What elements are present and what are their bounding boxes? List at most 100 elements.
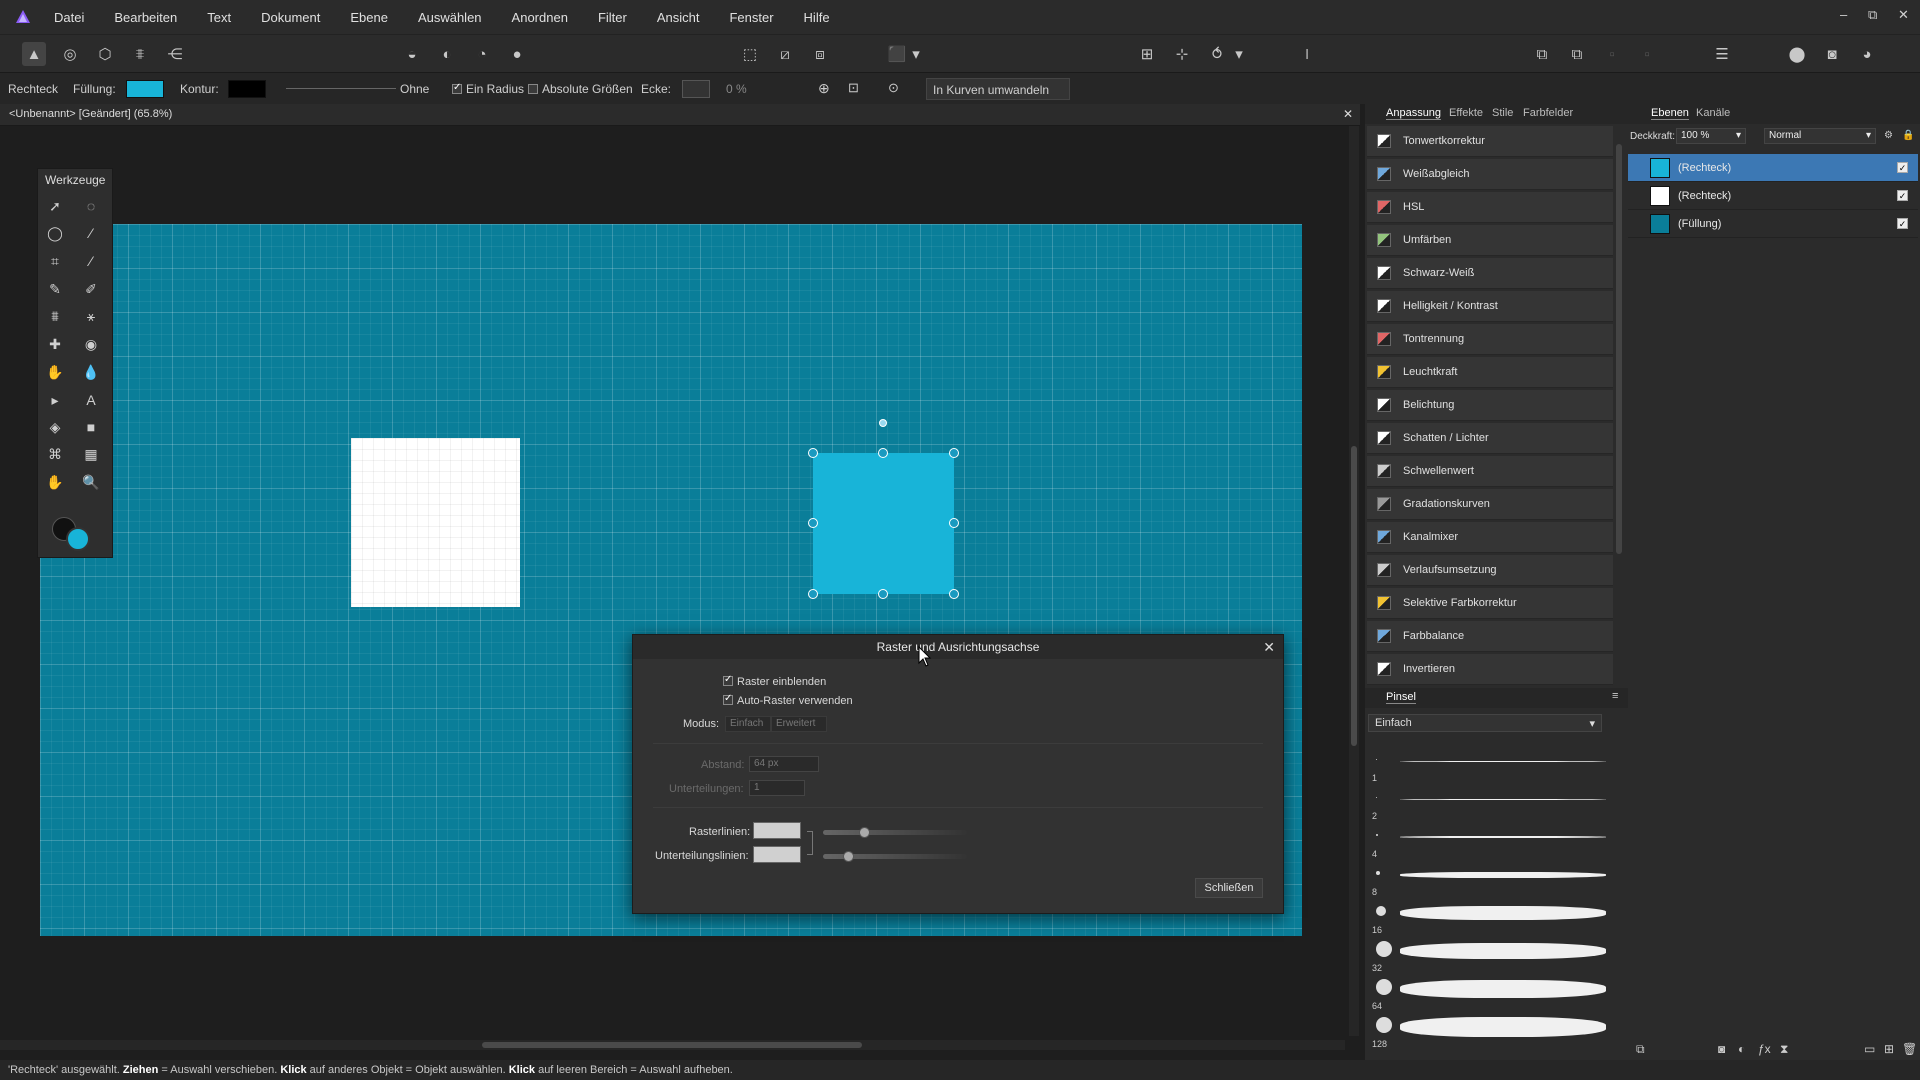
dodge-icon[interactable]: ✋ — [44, 361, 66, 383]
layers-stack-icon[interactable]: ⧉ — [1636, 1042, 1645, 1057]
gridlines-slider-knob[interactable] — [859, 827, 870, 838]
adjustment-item[interactable]: Umfärben — [1367, 225, 1613, 256]
assistant-icon[interactable]: ⏽ — [1295, 42, 1319, 66]
handle-bottom-left[interactable] — [808, 589, 818, 599]
paint-brush-icon[interactable]: ✎ — [44, 278, 66, 300]
stroke-width-slider[interactable] — [286, 88, 396, 89]
node-edit-icon[interactable]: ⊙ — [888, 80, 906, 98]
close-icon[interactable]: ✕ — [1263, 639, 1275, 656]
menu-help[interactable]: Hilfe — [804, 10, 830, 25]
handle-top-right[interactable] — [949, 448, 959, 458]
fill-tool-icon[interactable]: ◈ — [44, 416, 66, 438]
menu-arrange[interactable]: Anordnen — [512, 10, 568, 25]
layer-visibility-checkbox[interactable]: ✓ — [1897, 162, 1908, 173]
adjustment-item[interactable]: Schwarz-Weiß — [1367, 258, 1613, 289]
gridlines-color-swatch[interactable] — [753, 822, 801, 839]
hand-tool-icon[interactable]: ✋ — [44, 471, 66, 493]
selection-brush-icon[interactable]: ◌ — [80, 195, 102, 217]
handle-bottom[interactable] — [878, 589, 888, 599]
close-window-button[interactable]: ✕ — [1898, 7, 1909, 23]
auto-colors-icon[interactable]: ◔ — [470, 42, 494, 66]
tab-brushes[interactable]: Pinsel — [1386, 691, 1416, 704]
mode-simple-button[interactable]: Einfach — [725, 716, 771, 732]
fill-swatch[interactable] — [126, 80, 164, 98]
blue-rectangle-selected[interactable] — [813, 453, 954, 594]
color-picker-icon[interactable]: ⁄ — [80, 250, 102, 272]
auto-grid-checkbox[interactable]: Auto-Raster verwenden — [723, 693, 853, 707]
boolean-add-icon[interactable]: ⬤ — [1785, 42, 1809, 66]
subdivision-lines-color-swatch[interactable] — [753, 846, 801, 863]
auto-levels-icon[interactable]: ◒ — [400, 42, 424, 66]
add-layer-icon[interactable]: ⊞ — [1884, 1042, 1894, 1056]
secondary-color-icon[interactable] — [66, 527, 90, 551]
deselect-icon[interactable]: ⧄ — [773, 42, 797, 66]
corner-value[interactable]: 0 % — [726, 82, 747, 96]
rotation-handle[interactable] — [879, 419, 887, 427]
brush-preset[interactable]: 32 — [1370, 935, 1610, 973]
handle-left[interactable] — [808, 518, 818, 528]
snap-magnet-icon[interactable]: ⥀ — [1205, 42, 1229, 66]
layer-visibility-checkbox[interactable]: ✓ — [1897, 218, 1908, 229]
link-icon[interactable] — [807, 831, 813, 855]
auto-white-balance-icon[interactable]: ● — [505, 42, 529, 66]
brush-preset[interactable]: 4 — [1370, 821, 1610, 859]
brush-preset[interactable]: 1 — [1370, 745, 1610, 783]
layer-row[interactable]: (Rechteck) ✓ — [1628, 154, 1918, 182]
live-filter-icon[interactable]: ⧗ — [1780, 1042, 1788, 1057]
brush-preset[interactable]: 64 — [1370, 973, 1610, 1011]
corner-type-dropdown[interactable] — [682, 80, 710, 98]
adjustment-item[interactable]: Verlaufsumsetzung — [1367, 555, 1613, 586]
clone-stamp-icon[interactable]: ⩩ — [44, 305, 66, 327]
chevron-down-icon[interactable]: ▾ — [910, 42, 922, 66]
flood-select-icon[interactable]: ⁄ — [80, 222, 102, 244]
adjustment-item[interactable]: Selektive Farbkorrektur — [1367, 588, 1613, 619]
arrange-forward-icon[interactable]: ▫ — [1600, 42, 1624, 66]
menu-text[interactable]: Text — [207, 10, 231, 25]
one-radius-checkbox[interactable]: Ein Radius — [452, 82, 524, 96]
text-tool-icon[interactable]: A — [80, 389, 102, 411]
boolean-subtract-icon[interactable]: ◙ — [1820, 42, 1844, 66]
pixel-brush-icon[interactable]: ✐ — [80, 278, 102, 300]
blend-mode-dropdown[interactable]: Normal ▾ — [1764, 128, 1876, 144]
gridlines-opacity-slider[interactable] — [823, 830, 967, 835]
tab-layers[interactable]: Ebenen — [1651, 107, 1689, 120]
menu-window[interactable]: Fenster — [729, 10, 773, 25]
blur-brush-icon[interactable]: 💧 — [80, 361, 102, 383]
snapping-grid-icon[interactable]: ⊞ — [1135, 42, 1159, 66]
stroke-swatch[interactable] — [228, 80, 266, 98]
photo-persona-icon[interactable]: ▲ — [22, 42, 46, 66]
subdivisions-field[interactable]: 1 — [749, 780, 805, 796]
healing-brush-icon[interactable]: ✚ — [44, 333, 66, 355]
edit-shape-icon[interactable]: ⊡ — [848, 80, 866, 98]
delete-layer-icon[interactable]: 🗑 — [1902, 1042, 1917, 1056]
close-dialog-button[interactable]: Schließen — [1195, 878, 1263, 898]
mixer-brush-icon[interactable]: ⚹ — [80, 305, 102, 327]
handle-top[interactable] — [878, 448, 888, 458]
pen-tool-icon[interactable]: ▸ — [44, 389, 66, 411]
absolute-sizes-checkbox[interactable]: Absolute Größen — [528, 82, 633, 96]
mesh-warp-icon[interactable]: ⌘ — [44, 443, 66, 465]
red-eye-icon[interactable]: ◉ — [80, 333, 102, 355]
handle-top-left[interactable] — [808, 448, 818, 458]
adjustment-item[interactable]: Gradationskurven — [1367, 489, 1613, 520]
tab-swatches[interactable]: Farbfelder — [1523, 107, 1573, 119]
adjustment-item[interactable]: Leuchtkraft — [1367, 357, 1613, 388]
develop-persona-icon[interactable]: ⬡ — [93, 42, 117, 66]
adjustment-item[interactable]: Kanalmixer — [1367, 522, 1613, 553]
layer-row[interactable]: (Rechteck) ✓ — [1628, 182, 1918, 210]
panel-menu-icon[interactable]: ≡ — [1612, 690, 1618, 702]
white-rectangle[interactable] — [351, 438, 520, 607]
adjustment-item[interactable]: Farbbalance — [1367, 621, 1613, 652]
adjustment-item[interactable]: Tonwertkorrektur — [1367, 126, 1613, 157]
adjustment-item[interactable]: Invertieren — [1367, 654, 1613, 685]
menu-edit[interactable]: Bearbeiten — [114, 10, 177, 25]
mask-layer-icon[interactable]: ◙ — [1718, 1042, 1725, 1056]
move-tool-icon[interactable]: ➚ — [44, 195, 66, 217]
horizontal-scrollbar[interactable] — [0, 1040, 1345, 1050]
chevron-down-icon[interactable]: ▾ — [1233, 42, 1245, 66]
menu-document[interactable]: Dokument — [261, 10, 320, 25]
vertical-scrollbar[interactable] — [1349, 126, 1359, 1036]
crop-tool-icon[interactable]: ⌗ — [44, 250, 66, 272]
zoom-tool-icon[interactable]: 🔍 — [80, 471, 102, 493]
brush-category-dropdown[interactable]: Einfach ▾ — [1368, 714, 1602, 732]
